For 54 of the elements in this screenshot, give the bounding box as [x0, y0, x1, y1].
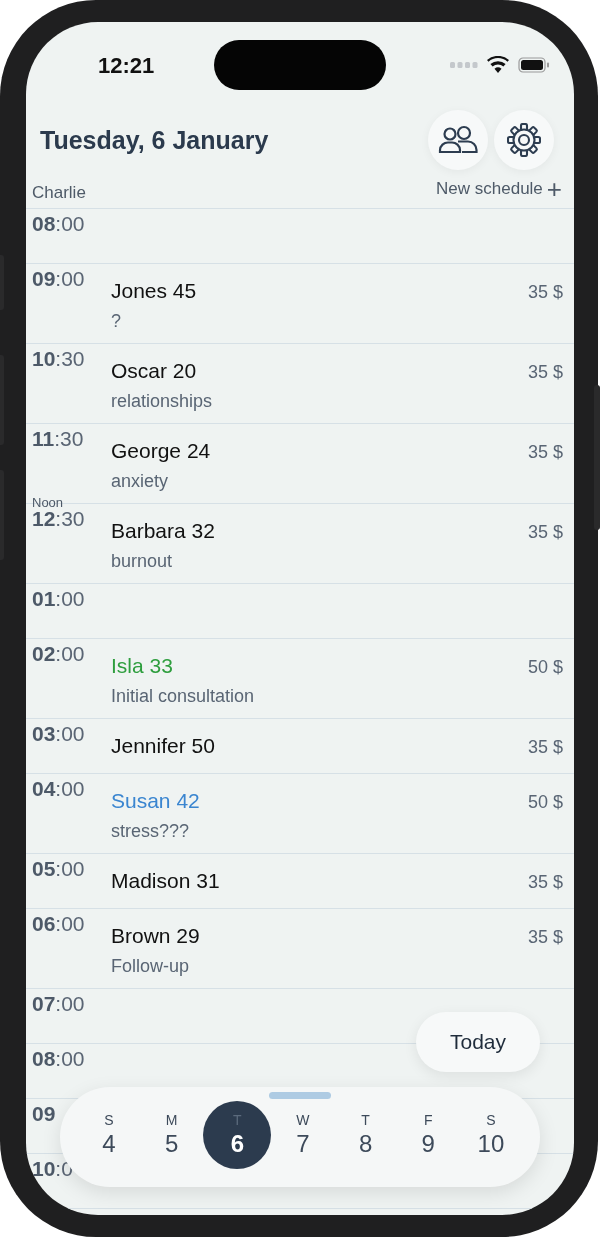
time-label: 09:00 — [32, 267, 85, 291]
client-name[interactable]: George 24 — [111, 439, 211, 463]
price-label: 50 $ — [527, 791, 563, 813]
wifi-icon — [487, 56, 509, 73]
time-label: 02:00 — [32, 642, 85, 666]
day-button[interactable]: S 4 — [78, 1101, 140, 1169]
price-label: 35 $ — [527, 441, 563, 463]
status-time: 12:21 — [98, 53, 155, 79]
day-button[interactable]: S 10 — [459, 1101, 522, 1169]
date-title: Tuesday, 6 January — [40, 125, 269, 155]
price-label: 35 $ — [527, 926, 563, 948]
people-icon — [438, 125, 478, 155]
time-label: 12:30 — [32, 507, 85, 531]
time-label: 03:00 — [32, 722, 85, 746]
signal-icon — [450, 61, 478, 68]
appointment-note: relationships — [111, 391, 213, 412]
client-name[interactable]: Brown 29 — [111, 924, 200, 948]
time-label: 01:00 — [32, 587, 85, 611]
appointment-note: Follow-up — [111, 956, 190, 977]
calendar-name: Charlie — [32, 183, 86, 203]
client-name[interactable]: Jones 45 — [111, 279, 197, 303]
price-label: 35 $ — [527, 521, 563, 543]
battery-icon — [518, 56, 550, 73]
client-name[interactable]: Oscar 20 — [111, 359, 197, 383]
appointment-note: burnout — [111, 551, 173, 572]
time-label: 05:00 — [32, 857, 85, 881]
time-label: 08:00 — [32, 212, 85, 236]
settings-icon — [507, 123, 541, 157]
time-label: 07:00 — [32, 992, 85, 1016]
day-button[interactable]: T 8 — [334, 1101, 397, 1169]
time-label: 09 — [32, 1102, 56, 1126]
time-label: 06:00 — [32, 912, 85, 936]
time-label: 04:00 — [32, 777, 85, 801]
time-label: 08:00 — [32, 1047, 85, 1071]
client-name[interactable]: Barbara 32 — [111, 519, 215, 543]
price-label: 35 $ — [527, 871, 563, 893]
price-label: 35 $ — [527, 736, 563, 758]
time-label: 10:30 — [32, 347, 85, 371]
client-name[interactable]: Madison 31 — [111, 869, 220, 893]
today-button[interactable]: Today — [416, 1012, 540, 1072]
price-label: 35 $ — [527, 361, 563, 383]
noon-label: Noon — [32, 495, 64, 510]
appointment-note: ? — [111, 311, 121, 332]
day-button[interactable]: W 7 — [271, 1101, 334, 1169]
drag-handle[interactable] — [269, 1092, 331, 1099]
time-label: 11:30 — [32, 427, 84, 451]
appointment-note: stress??? — [111, 821, 190, 842]
appointment-note: anxiety — [111, 471, 169, 492]
client-name[interactable]: Jennifer 50 — [111, 734, 215, 758]
price-label: 35 $ — [527, 281, 563, 303]
appointment-note: Initial consultation — [111, 686, 255, 707]
price-label: 50 $ — [527, 656, 563, 678]
day-button[interactable]: F 9 — [397, 1101, 460, 1169]
day-button[interactable]: M 5 — [140, 1101, 203, 1169]
